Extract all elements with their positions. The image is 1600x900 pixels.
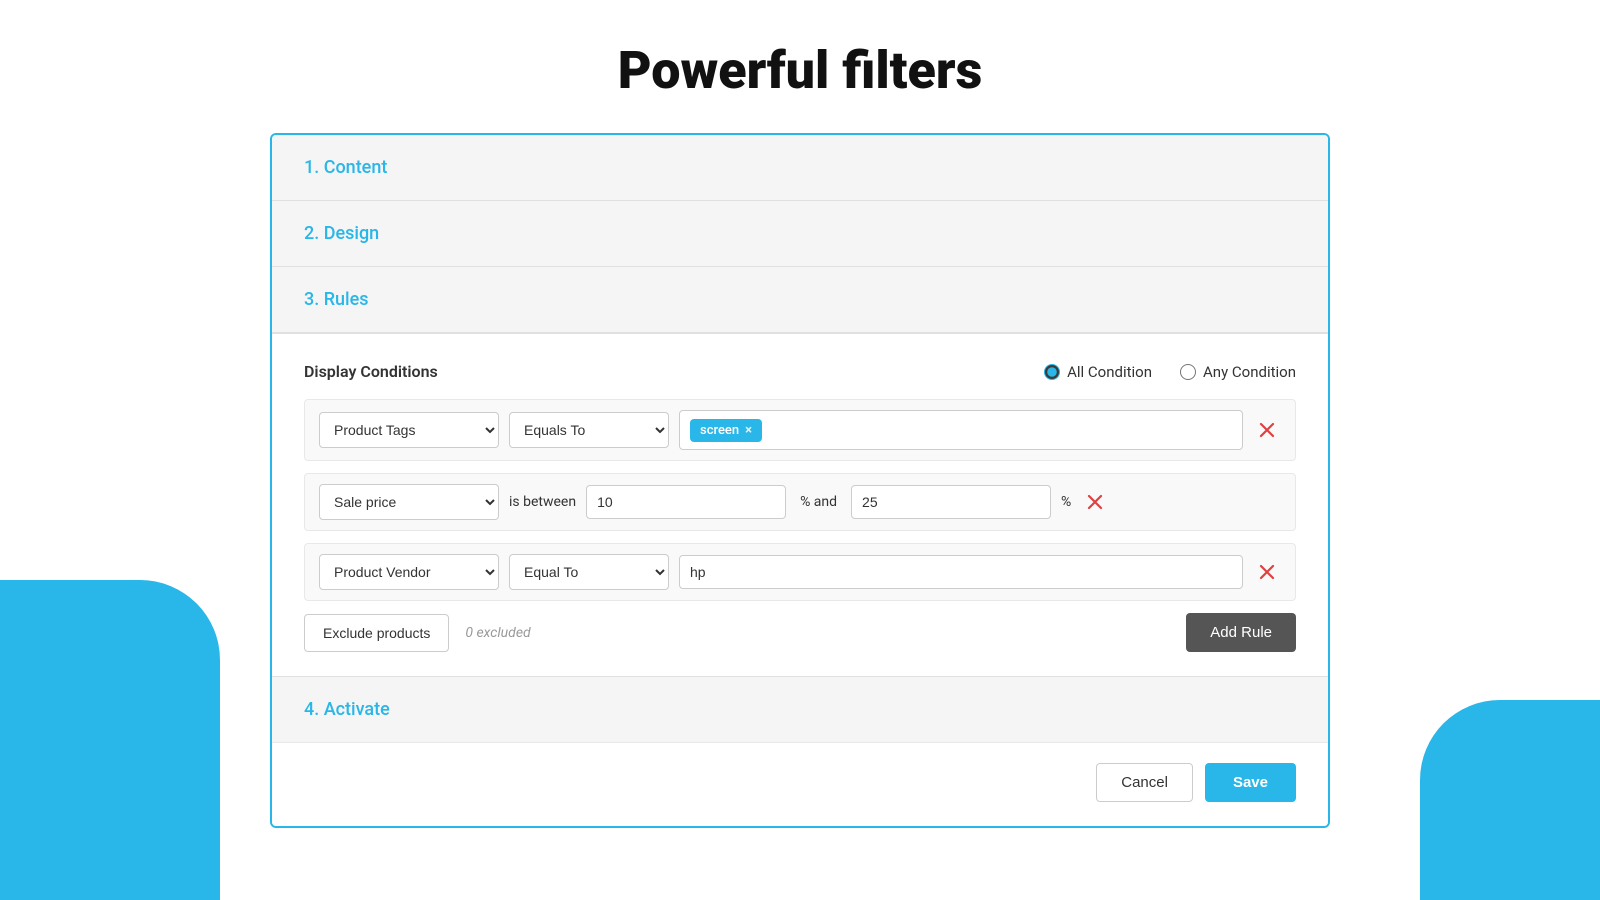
rule-2-to-input[interactable] (851, 485, 1051, 519)
close-icon (1259, 564, 1275, 580)
rule-1-operator-select[interactable]: Equals To Not Equals To Contains Does No… (509, 412, 669, 448)
all-condition-option[interactable]: All Condition (1044, 363, 1152, 381)
rule-2-from-input[interactable] (586, 485, 786, 519)
rule-3-field-select[interactable]: Product Tags Sale price Product Vendor P… (319, 554, 499, 590)
tag-chip-label: screen (700, 423, 739, 438)
tag-chip-remove[interactable]: × (745, 423, 752, 438)
exclude-products-button[interactable]: Exclude products (304, 614, 449, 652)
any-condition-option[interactable]: Any Condition (1180, 363, 1296, 381)
all-condition-label: All Condition (1067, 363, 1152, 381)
section-design[interactable]: 2. Design (272, 201, 1328, 267)
rule-3-operator-select[interactable]: Equal To Not Equal To Contains Does Not … (509, 554, 669, 590)
rule-3-value-input[interactable] (679, 555, 1243, 589)
section-content-label[interactable]: 1. Content (304, 157, 387, 178)
bottom-buttons: Cancel Save (272, 742, 1328, 826)
excluded-count: 0 excluded (465, 625, 530, 641)
section-design-label[interactable]: 2. Design (304, 223, 379, 244)
cancel-button[interactable]: Cancel (1096, 763, 1193, 802)
section-rules[interactable]: 3. Rules (272, 267, 1328, 333)
section-activate-label[interactable]: 4. Activate (304, 699, 390, 720)
rules-section: Display Conditions All Condition Any Con… (272, 333, 1328, 676)
rule-1-tag-area[interactable]: screen × (679, 410, 1243, 450)
is-between-label: is between (509, 494, 576, 510)
page-wrapper: Powerful filters 1. Content 2. Design 3.… (0, 0, 1600, 900)
percent-label: % (1061, 494, 1071, 510)
display-conditions-header: Display Conditions All Condition Any Con… (304, 362, 1296, 381)
rule-2-delete-button[interactable] (1081, 492, 1109, 512)
close-icon (1259, 422, 1275, 438)
section-rules-label[interactable]: 3. Rules (304, 289, 369, 310)
tag-chip-screen: screen × (690, 419, 762, 442)
rule-row-2: Product Tags Sale price Product Vendor P… (304, 473, 1296, 531)
main-panel: 1. Content 2. Design 3. Rules Display Co… (270, 133, 1330, 828)
any-condition-radio[interactable] (1180, 364, 1196, 380)
any-condition-label: Any Condition (1203, 363, 1296, 381)
rule-3-delete-button[interactable] (1253, 562, 1281, 582)
rule-row-3: Product Tags Sale price Product Vendor P… (304, 543, 1296, 601)
display-conditions-label: Display Conditions (304, 362, 438, 381)
add-rule-button[interactable]: Add Rule (1186, 613, 1296, 652)
rule-1-delete-button[interactable] (1253, 420, 1281, 440)
rule-2-field-select[interactable]: Product Tags Sale price Product Vendor P… (319, 484, 499, 520)
all-condition-radio[interactable] (1044, 364, 1060, 380)
rules-footer: Exclude products 0 excluded Add Rule (304, 613, 1296, 652)
section-content[interactable]: 1. Content (272, 135, 1328, 201)
percent-and-label: % and (796, 494, 841, 510)
condition-radio-group: All Condition Any Condition (1044, 363, 1296, 381)
section-activate[interactable]: 4. Activate (272, 676, 1328, 742)
close-icon (1087, 494, 1103, 510)
footer-left: Exclude products 0 excluded (304, 614, 531, 652)
rule-row-1: Product Tags Sale price Product Vendor P… (304, 399, 1296, 461)
save-button[interactable]: Save (1205, 763, 1296, 802)
page-title: Powerful filters (618, 40, 982, 101)
rule-1-field-select[interactable]: Product Tags Sale price Product Vendor P… (319, 412, 499, 448)
